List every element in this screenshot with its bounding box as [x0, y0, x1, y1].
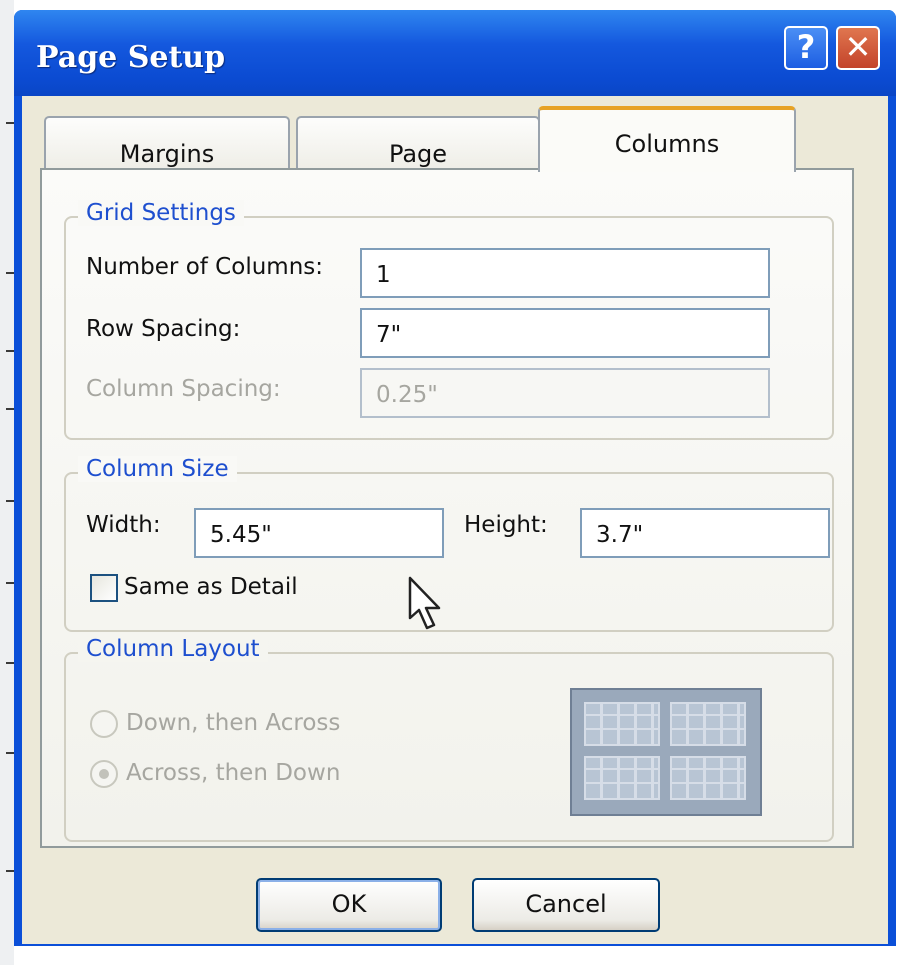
dialog-title: Page Setup	[36, 40, 226, 75]
row-spacing-field[interactable]: 7"	[360, 308, 770, 358]
down-then-across-label[interactable]: Down, then Across	[126, 710, 340, 736]
same-as-detail-label[interactable]: Same as Detail	[124, 574, 298, 600]
column-size-group: Column Size Width: 5.45" Height: 3.7" Sa…	[64, 456, 834, 632]
help-button[interactable]: ?	[784, 26, 828, 70]
number-of-columns-label: Number of Columns:	[86, 254, 323, 280]
down-then-across-radio[interactable]	[90, 710, 118, 738]
preview-cell	[670, 702, 746, 746]
dialog-body: Margins Page Columns Grid Settings Numbe…	[22, 96, 888, 944]
height-field[interactable]: 3.7"	[580, 508, 830, 558]
preview-cell	[670, 756, 746, 800]
row-spacing-label: Row Spacing:	[86, 316, 241, 342]
number-of-columns-field[interactable]: 1	[360, 248, 770, 298]
width-field[interactable]: 5.45"	[194, 508, 444, 558]
column-spacing-label: Column Spacing:	[86, 376, 281, 402]
background-window-edge	[0, 0, 14, 965]
column-layout-preview-icon	[570, 688, 762, 816]
preview-cell	[584, 756, 660, 800]
cancel-button[interactable]: Cancel	[472, 878, 660, 932]
column-size-legend: Column Size	[78, 456, 237, 482]
across-then-down-label[interactable]: Across, then Down	[126, 760, 340, 786]
mouse-pointer-icon	[408, 576, 441, 630]
title-bar[interactable]: Page Setup ? ✕	[14, 10, 896, 96]
close-button[interactable]: ✕	[836, 26, 880, 70]
column-spacing-field[interactable]: 0.25"	[360, 368, 770, 418]
column-layout-group: Column Layout Down, then Across Across, …	[64, 636, 834, 842]
column-layout-legend: Column Layout	[78, 636, 268, 662]
height-label: Height:	[464, 512, 548, 538]
width-label: Width:	[86, 512, 161, 538]
columns-tab-panel: Grid Settings Number of Columns: 1 Row S…	[40, 168, 854, 848]
grid-settings-legend: Grid Settings	[78, 200, 244, 226]
ok-button[interactable]: OK	[256, 878, 442, 932]
grid-settings-group: Grid Settings Number of Columns: 1 Row S…	[64, 200, 834, 440]
same-as-detail-checkbox[interactable]	[90, 574, 118, 602]
page-setup-dialog: Page Setup ? ✕ Margins Page Columns Grid…	[14, 10, 896, 946]
preview-cell	[584, 702, 660, 746]
across-then-down-radio[interactable]	[90, 760, 118, 788]
tab-columns[interactable]: Columns	[538, 106, 796, 172]
